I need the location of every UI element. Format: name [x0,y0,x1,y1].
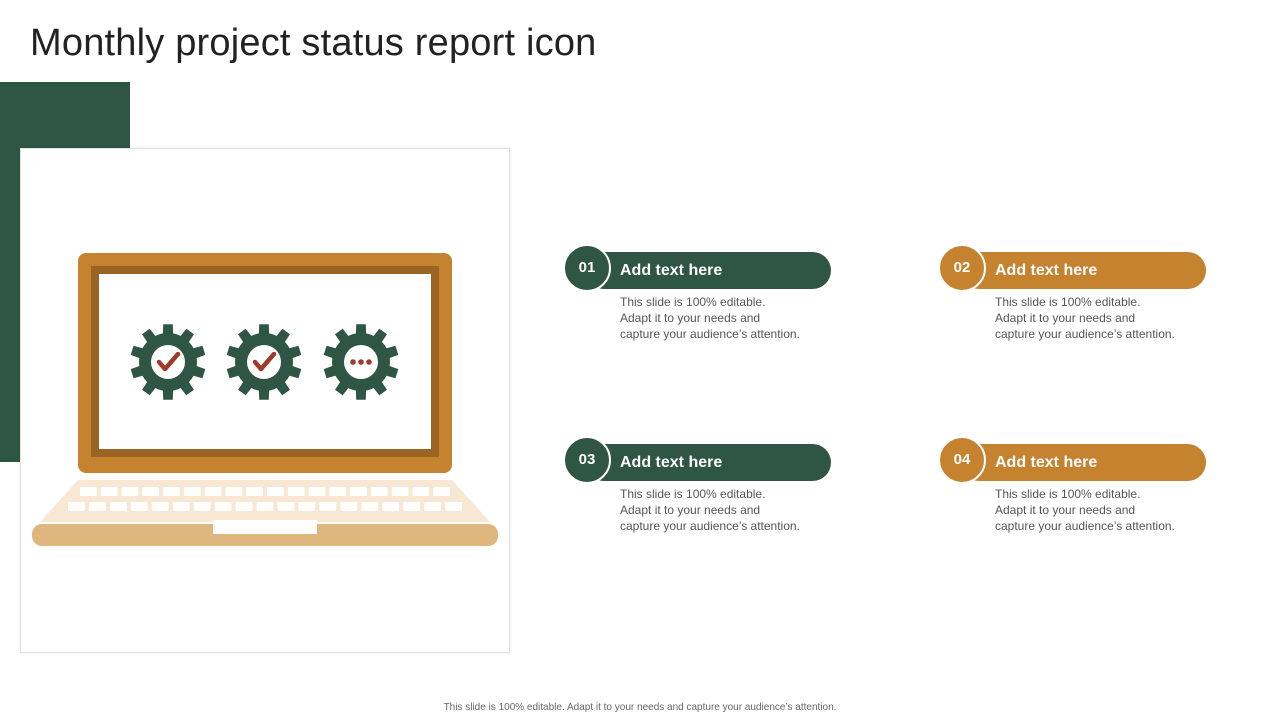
keyboard-key [433,487,450,496]
keyboard-key [225,487,243,496]
item-number-badge: 03 [563,436,611,484]
keyboard-key [267,487,284,496]
item-heading: Add text here [995,262,1098,279]
keyboard-key [256,502,274,511]
keyboard-key [329,487,347,496]
item-heading: Add text here [995,454,1098,471]
item-description: This slide is 100% editable. Adapt it to… [995,487,1175,533]
keyboard-key [370,487,388,496]
item-number-badge: 04 [938,436,986,484]
keyboard-key [235,502,253,511]
list-item-01: Add text here 01 This slide is 100% edit… [563,244,833,348]
keyboard-key [277,502,295,511]
keyboard-key [382,502,400,511]
list-item-03: Add text here 03 This slide is 100% edit… [563,436,833,540]
keyboard-key [403,502,421,511]
keyboard-key [193,502,211,511]
keyboard-key [412,487,430,496]
item-description: This slide is 100% editable. Adapt it to… [620,487,800,533]
keyboard-key [88,502,106,511]
list-item-02: Add text here 02 This slide is 100% edit… [938,244,1208,348]
keyboard-key [445,502,462,511]
keyboard-key [130,502,148,511]
keyboard-key [350,487,367,496]
page-title: Monthly project status report icon [30,22,597,64]
item-heading: Add text here [620,454,723,471]
keyboard-key [340,502,358,511]
keyboard-key [204,487,222,496]
keyboard-key [308,487,326,496]
keyboard-key [151,502,169,511]
keyboard-key [142,487,160,496]
keyboard-key [287,487,305,496]
keyboard-key [100,487,118,496]
item-number-badge: 01 [563,244,611,292]
keyboard-key [391,487,409,496]
item-heading: Add text here [620,262,723,279]
item-description: This slide is 100% editable. Adapt it to… [620,295,800,341]
laptop-icon [32,253,498,546]
footer-note: This slide is 100% editable. Adapt it to… [443,702,837,713]
keyboard-key [214,502,232,511]
keyboard-key [80,487,97,496]
keyboard-key [121,487,139,496]
keyboard-key [246,487,263,496]
keyboard-key [319,502,337,511]
keyboard-key [172,502,190,511]
keyboard-key [361,502,379,511]
keyboard-key [163,487,180,496]
laptop-keyboard-base [40,480,490,522]
laptop-touchpad [213,520,317,534]
keyboard-key [68,502,85,511]
item-description: This slide is 100% editable. Adapt it to… [995,295,1175,341]
keyboard-key [183,487,201,496]
list-item-04: Add text here 04 This slide is 100% edit… [938,436,1208,540]
item-number-badge: 02 [938,244,986,292]
keyboard-key [424,502,441,511]
keyboard-key [298,502,316,511]
ellipsis-icon [350,359,372,365]
keyboard-key [109,502,127,511]
